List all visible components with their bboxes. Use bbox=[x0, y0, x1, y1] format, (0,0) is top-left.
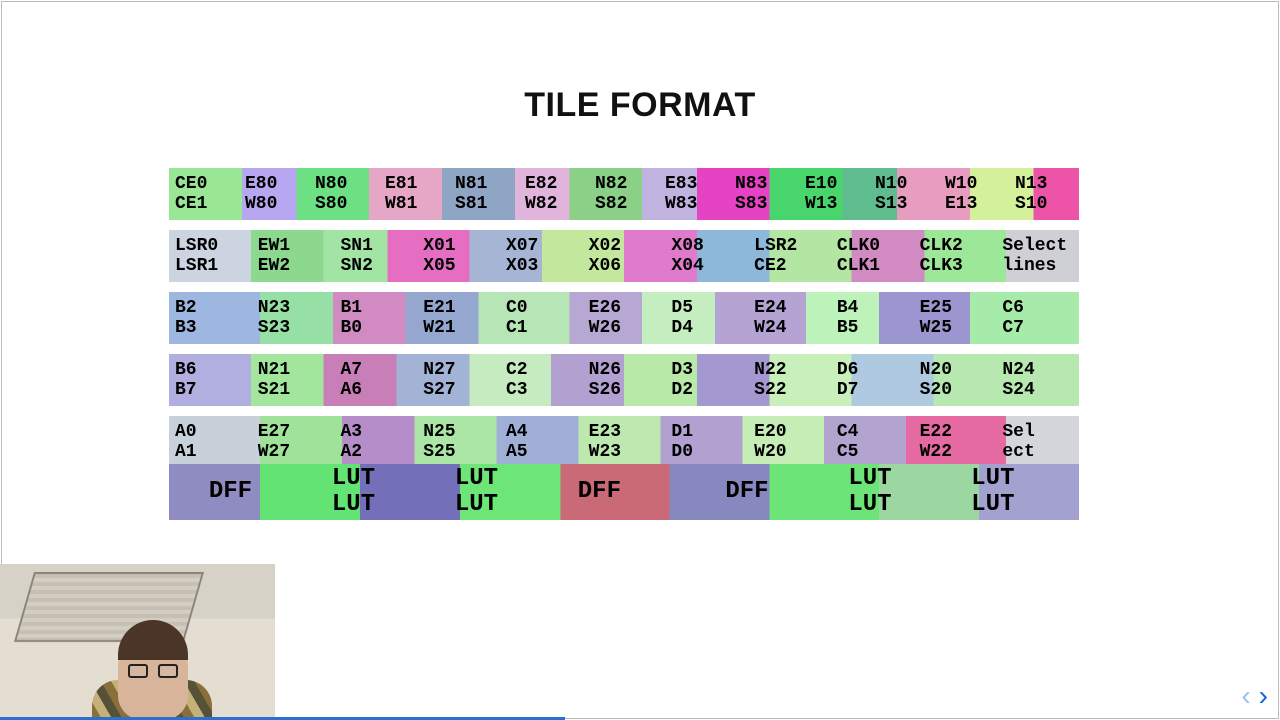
tile-cell: D3D2 bbox=[665, 354, 748, 406]
tile-cell: E80W80 bbox=[239, 168, 309, 220]
tile-cell: E24W24 bbox=[748, 292, 831, 344]
tile-spacer bbox=[661, 464, 686, 520]
tile-cell: E25W25 bbox=[914, 292, 997, 344]
tile-bottom-cell: LUTLUT bbox=[292, 464, 415, 520]
tile-cell: LSR2CE2 bbox=[748, 230, 831, 282]
tile-cell: N13S10 bbox=[1009, 168, 1079, 220]
tile-cell: A3A2 bbox=[334, 416, 417, 468]
tile-cell: X02X06 bbox=[583, 230, 666, 282]
tile-row: LSR0LSR1EW1EW2SN1SN2X01X05X07X03X02X06X0… bbox=[169, 230, 1079, 282]
slide-nav: ‹ › bbox=[1241, 680, 1268, 712]
tile-cell: E27W27 bbox=[252, 416, 335, 468]
tile-cell: E21W21 bbox=[417, 292, 500, 344]
glasses-icon bbox=[128, 664, 178, 678]
tile-cell: B2B3 bbox=[169, 292, 252, 344]
tile-bottom-row: DFFLUTLUTLUTLUTDFFDFFLUTLUTLUTLUT bbox=[169, 464, 1079, 520]
tile-cell: N81S81 bbox=[449, 168, 519, 220]
tile-cell: E83W83 bbox=[659, 168, 729, 220]
tile-row: CE0CE1E80W80N80S80E81W81N81S81E82W82N82S… bbox=[169, 168, 1079, 220]
tile-cell: N83S83 bbox=[729, 168, 799, 220]
tile-cell: E26W26 bbox=[583, 292, 666, 344]
tile-row: B2B3N23S23B1B0E21W21C0C1E26W26D5D4E24W24… bbox=[169, 292, 1079, 344]
tile-row: B6B7N21S21A7A6N27S27C2C3N26S26D3D2N22S22… bbox=[169, 354, 1079, 406]
tile-cell: X01X05 bbox=[417, 230, 500, 282]
tile-cell: EW1EW2 bbox=[252, 230, 335, 282]
tile-cell: X08X04 bbox=[665, 230, 748, 282]
tile-cell: W10E13 bbox=[939, 168, 1009, 220]
tile-bottom-cell: LUTLUT bbox=[931, 464, 1054, 520]
tile-bottom-cell: LUTLUT bbox=[808, 464, 931, 520]
tile-cell: D6D7 bbox=[831, 354, 914, 406]
tile-cell: D1D0 bbox=[665, 416, 748, 468]
tile-cell: B6B7 bbox=[169, 354, 252, 406]
tile-cell: CLK0CLK1 bbox=[831, 230, 914, 282]
tile-cell: E81W81 bbox=[379, 168, 449, 220]
tile-cell: A4A5 bbox=[500, 416, 583, 468]
tile-cell: N22S22 bbox=[748, 354, 831, 406]
next-slide-button[interactable]: › bbox=[1259, 680, 1268, 712]
tile-cell: N24S24 bbox=[996, 354, 1079, 406]
tile-bottom-cell: DFF bbox=[685, 464, 808, 520]
tile-cell: E10W13 bbox=[799, 168, 869, 220]
speaker-webcam bbox=[0, 564, 275, 720]
tile-cell: N26S26 bbox=[583, 354, 666, 406]
tile-cell: D5D4 bbox=[665, 292, 748, 344]
tile-cell: CE0CE1 bbox=[169, 168, 239, 220]
prev-slide-button[interactable]: ‹ bbox=[1241, 680, 1250, 712]
tile-cell: C4C5 bbox=[831, 416, 914, 468]
tile-row: A0A1E27W27A3A2N25S25A4A5E23W23D1D0E20W20… bbox=[169, 416, 1079, 468]
tile-cell: C0C1 bbox=[500, 292, 583, 344]
tile-cell: E20W20 bbox=[748, 416, 831, 468]
tile-cell: C6C7 bbox=[996, 292, 1079, 344]
tile-bottom-cell: DFF bbox=[538, 464, 661, 520]
tile-cell: N10S13 bbox=[869, 168, 939, 220]
tile-cell: N82S82 bbox=[589, 168, 659, 220]
tile-cell: N21S21 bbox=[252, 354, 335, 406]
tile-cell: CLK2CLK3 bbox=[914, 230, 997, 282]
tile-cell: B1B0 bbox=[334, 292, 417, 344]
tile-cell: N25S25 bbox=[417, 416, 500, 468]
tile-format-figure: CE0CE1E80W80N80S80E81W81N81S81E82W82N82S… bbox=[169, 168, 1079, 530]
tile-bottom-cell: DFF bbox=[169, 464, 292, 520]
tile-spacer bbox=[1054, 464, 1079, 520]
tile-cell: A7A6 bbox=[334, 354, 417, 406]
tile-cell: N20S20 bbox=[914, 354, 997, 406]
tile-cell: N23S23 bbox=[252, 292, 335, 344]
tile-cell: C2C3 bbox=[500, 354, 583, 406]
tile-cell: E23W23 bbox=[583, 416, 666, 468]
tile-cell: X07X03 bbox=[500, 230, 583, 282]
tile-cell: LSR0LSR1 bbox=[169, 230, 252, 282]
tile-cell: N80S80 bbox=[309, 168, 379, 220]
tile-cell: A0A1 bbox=[169, 416, 252, 468]
tile-bottom-cell: LUTLUT bbox=[415, 464, 538, 520]
tile-cell: B4B5 bbox=[831, 292, 914, 344]
slide-title: TILE FORMAT bbox=[0, 86, 1280, 125]
tile-cell: Select bbox=[996, 416, 1079, 468]
tile-cell: SN1SN2 bbox=[334, 230, 417, 282]
tile-cell: N27S27 bbox=[417, 354, 500, 406]
tile-cell: Selectlines bbox=[996, 230, 1079, 282]
tile-cell: E22W22 bbox=[914, 416, 997, 468]
speaker-hair bbox=[118, 620, 188, 660]
tile-cell: E82W82 bbox=[519, 168, 589, 220]
